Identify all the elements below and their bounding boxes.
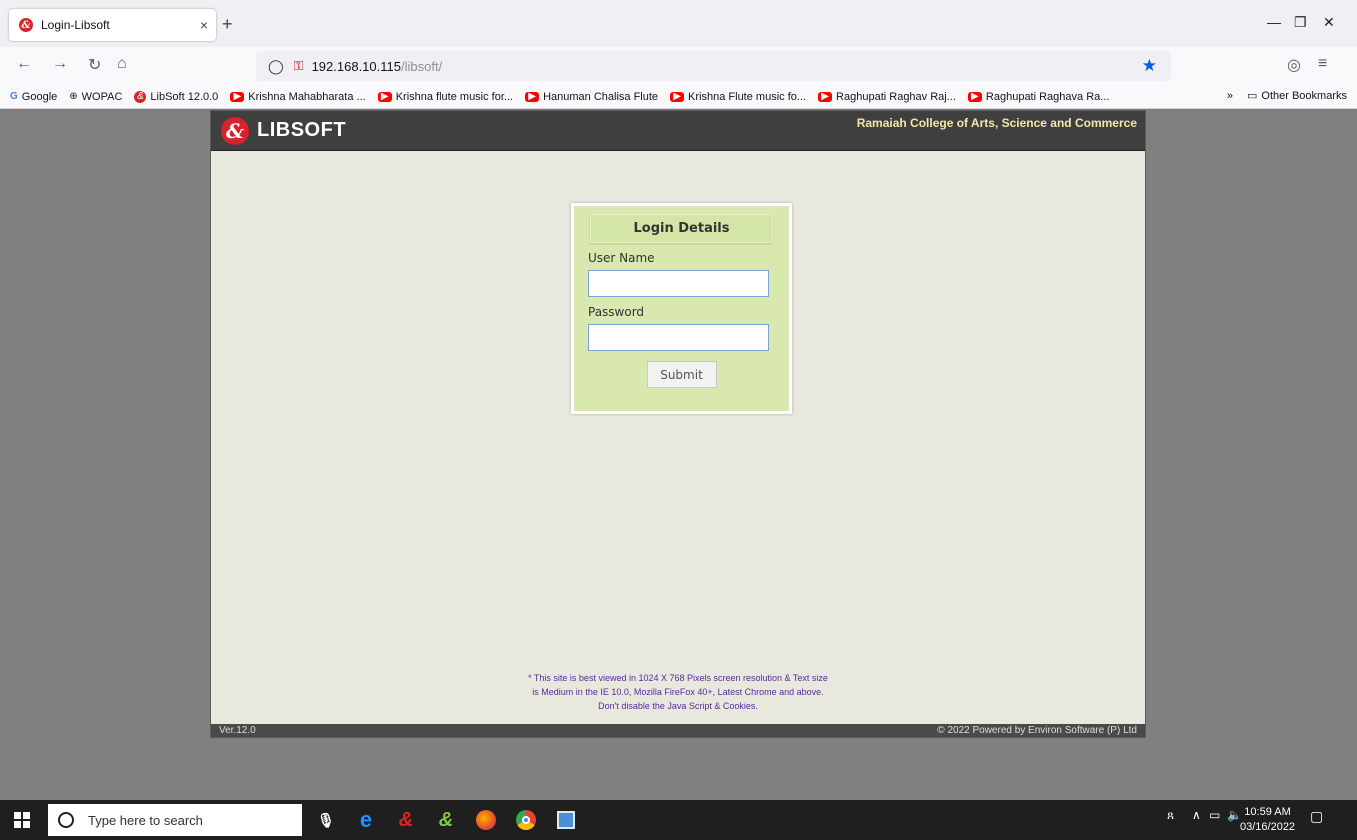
submit-button[interactable]: Submit <box>646 361 717 388</box>
version-label: Ver.12.0 <box>219 725 256 736</box>
youtube-icon: ▶ <box>818 91 833 102</box>
bookmark-star-icon[interactable]: ★ <box>1142 56 1157 76</box>
url-path: /libsoft/ <box>400 58 443 74</box>
youtube-icon: ▶ <box>525 91 540 102</box>
insecure-lock-icon[interactable]: ⚿ <box>294 58 304 74</box>
overflow-chevron-icon[interactable]: » <box>1227 90 1233 102</box>
reload-icon[interactable]: ↻ <box>88 55 101 75</box>
folder-icon: ▭ <box>1247 90 1258 102</box>
tracking-shield-icon[interactable]: ◯ <box>268 58 284 75</box>
taskbar-clock[interactable]: 10:59 AM 03/16/2022 <box>1240 805 1295 835</box>
menu-icon[interactable]: ≡ <box>1318 55 1327 73</box>
chrome-icon[interactable] <box>514 808 538 832</box>
libsoft-green-icon[interactable]: & <box>434 808 458 832</box>
browser-tab-bar: & Login-Libsoft × + — ❐ ✕ <box>0 0 1357 47</box>
address-bar[interactable]: ◯ ⚿ 192.168.10.115 /libsoft/ ★ <box>256 51 1171 81</box>
browser-recommendation-note: * This site is best viewed in 1024 X 768… <box>211 671 1145 713</box>
app-header: & LIBSOFT Ramaiah College of Arts, Scien… <box>211 111 1145 151</box>
bookmark-item[interactable]: ⊕ WOPAC <box>69 91 122 103</box>
bookmarks-toolbar: G Google ⊕ WOPAC & LibSoft 12.0.0 ▶ Krishna … <box>0 85 1357 109</box>
minimize-icon[interactable]: — <box>1267 14 1281 30</box>
libsoft-logo-icon: & <box>221 117 249 145</box>
pocket-icon[interactable]: ◎ <box>1287 55 1301 75</box>
bookmark-item[interactable]: ▶ Raghupati Raghav Raj... <box>818 91 956 103</box>
username-label: User Name <box>588 251 655 265</box>
google-icon: G <box>10 91 18 102</box>
microphone-icon[interactable]: 🎙 <box>314 808 338 832</box>
windows-start-icon[interactable] <box>14 812 30 828</box>
youtube-icon: ▶ <box>670 91 685 102</box>
edge-legacy-icon[interactable]: e <box>354 807 378 832</box>
url-host: 192.168.10.115 <box>311 58 401 74</box>
home-icon[interactable]: ⌂ <box>117 55 127 73</box>
bookmark-item[interactable]: ▶ Raghupati Raghava Ra... <box>967 91 1109 103</box>
browser-tab[interactable]: & Login-Libsoft × <box>9 9 216 41</box>
libsoft-taskbar-icon[interactable]: & <box>394 808 418 832</box>
new-tab-button[interactable]: + <box>222 14 233 35</box>
app-footer: Ver.12.0 © 2022 Powered by Environ Softw… <box>211 724 1145 737</box>
firefox-icon[interactable] <box>474 808 498 832</box>
tray-chevron-icon[interactable]: ∧ <box>1192 808 1201 822</box>
username-input[interactable] <box>588 270 769 297</box>
note-line: Don't disable the Java Script & Cookies. <box>598 701 758 711</box>
bookmark-item[interactable]: & LibSoft 12.0.0 <box>134 90 218 103</box>
youtube-icon: ▶ <box>230 91 245 102</box>
libsoft-icon: & <box>134 90 147 103</box>
note-line: * This site is best viewed in 1024 X 768… <box>528 673 828 683</box>
libsoft-favicon-icon: & <box>19 18 33 32</box>
network-icon[interactable]: ▭ <box>1209 808 1220 822</box>
note-line: is Medium in the IE 10.0, Mozilla FireFo… <box>532 687 824 697</box>
other-bookmarks[interactable]: » ▭ Other Bookmarks <box>1227 89 1347 103</box>
taskbar-search-box[interactable]: Type here to search <box>48 804 302 836</box>
youtube-icon: ▶ <box>967 91 982 102</box>
cortana-icon <box>58 812 74 828</box>
bookmark-item[interactable]: G Google <box>10 91 57 103</box>
login-title: Login Details <box>590 214 773 243</box>
windows-taskbar: Type here to search 🎙 e & & ጸ ∧ ▭ 🔈 10:5… <box>0 800 1357 840</box>
forward-icon[interactable]: → <box>52 55 68 73</box>
copyright-text: © 2022 Powered by Environ Software (P) L… <box>937 725 1137 736</box>
youtube-icon: ▶ <box>377 91 392 102</box>
app-window-icon[interactable] <box>554 808 578 832</box>
clock-date: 03/16/2022 <box>1240 821 1296 833</box>
back-icon[interactable]: ← <box>16 55 32 73</box>
tab-title: Login-Libsoft <box>41 18 110 32</box>
globe-icon: ⊕ <box>69 91 78 102</box>
password-label: Password <box>588 305 645 319</box>
search-placeholder: Type here to search <box>88 812 203 828</box>
login-panel: Login Details User Name Password Submit <box>571 203 792 414</box>
bookmark-item[interactable]: ▶ Krishna Flute music fo... <box>670 91 806 103</box>
notifications-icon[interactable]: ▢ <box>1310 808 1323 825</box>
browser-nav-bar: ← → ↻ ⌂ ◯ ⚿ 192.168.10.115 /libsoft/ ★ ◎… <box>0 47 1357 85</box>
bookmark-item[interactable]: ▶ Krishna flute music for... <box>377 91 513 103</box>
logo-text: LIBSOFT <box>257 119 347 141</box>
bookmark-item[interactable]: ▶ Krishna Mahabharata ... <box>230 91 366 103</box>
clock-time: 10:59 AM <box>1244 806 1291 818</box>
password-input[interactable] <box>588 324 769 351</box>
libsoft-app: & LIBSOFT Ramaiah College of Arts, Scien… <box>210 110 1146 738</box>
college-name: Ramaiah College of Arts, Science and Com… <box>856 116 1137 130</box>
close-window-icon[interactable]: ✕ <box>1323 14 1335 31</box>
people-icon[interactable]: ጸ <box>1167 808 1174 823</box>
bookmark-item[interactable]: ▶ Hanuman Chalisa Flute <box>525 91 658 103</box>
restore-icon[interactable]: ❐ <box>1294 14 1307 31</box>
tab-close-icon[interactable]: × <box>200 17 208 33</box>
